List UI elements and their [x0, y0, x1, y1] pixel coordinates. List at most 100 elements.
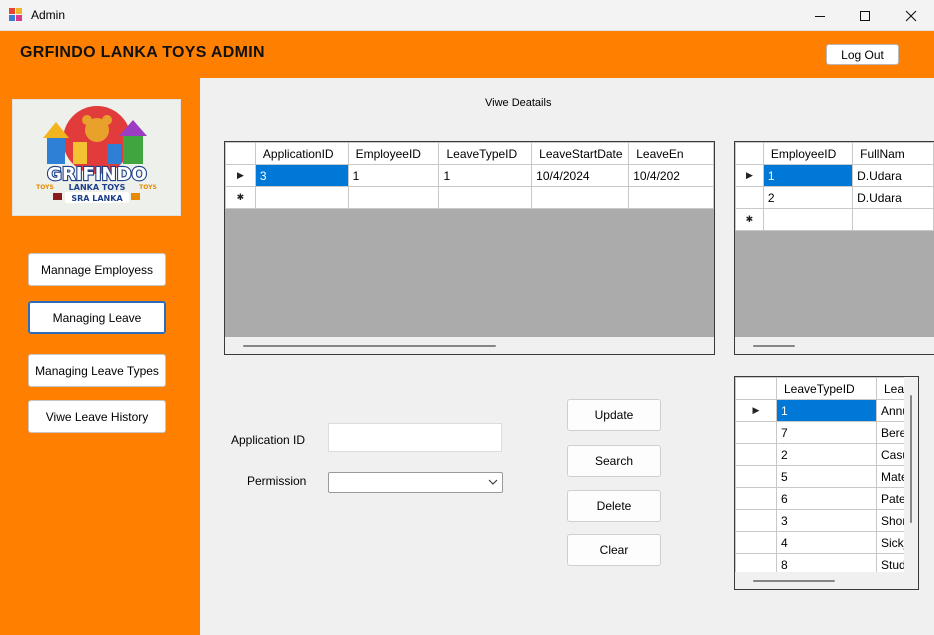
column-header[interactable]: LeaveTypeID: [776, 377, 877, 400]
page-title: GRFINDO LANKA TOYS ADMIN: [20, 44, 265, 61]
table-row[interactable]: 2 Casu: [735, 443, 917, 466]
scrollbar-thumb[interactable]: [753, 580, 835, 582]
table-cell[interactable]: [628, 186, 714, 209]
permission-label: Permission: [247, 474, 307, 488]
sidebar-item-managing-leave[interactable]: Managing Leave: [28, 301, 166, 334]
svg-text:TOYS: TOYS: [139, 184, 157, 191]
company-logo: GRIFINDO TOYS LANKA TOYS TOYS SRA LANKA: [12, 99, 181, 216]
row-header-cell[interactable]: [735, 465, 777, 488]
table-cell[interactable]: [531, 186, 630, 209]
current-row-icon[interactable]: ▶: [735, 399, 777, 422]
sidebar: GRIFINDO TOYS LANKA TOYS TOYS SRA LANKA …: [0, 78, 200, 635]
corner-header-cell[interactable]: [735, 377, 777, 400]
row-header-cell[interactable]: [735, 531, 777, 554]
column-header[interactable]: LeaveStartDate: [531, 142, 630, 165]
table-row[interactable]: 2 D.Udara: [735, 186, 934, 209]
application-id-label: Application ID: [231, 433, 306, 447]
table-cell[interactable]: 1: [762, 164, 854, 187]
view-details-label: Viwe Deatails: [485, 97, 552, 109]
table-row[interactable]: ▶ 3 1 1 10/4/2024 10/4/202: [225, 164, 714, 187]
table-cell[interactable]: 6: [776, 487, 877, 510]
svg-text:GRIFINDO: GRIFINDO: [47, 164, 147, 185]
search-button[interactable]: Search: [567, 445, 661, 477]
table-row[interactable]: ▶ 1 D.Udara: [735, 164, 934, 187]
grid-header-row: ApplicationID EmployeeID LeaveTypeID Lea…: [225, 142, 714, 165]
app-icon: [9, 8, 23, 22]
sidebar-item-leave-history[interactable]: Viwe Leave History: [28, 400, 166, 433]
minimize-icon: [815, 15, 825, 17]
table-row[interactable]: 5 Mate: [735, 465, 917, 488]
maximize-button[interactable]: [842, 0, 888, 31]
table-row[interactable]: 3 Shor: [735, 509, 917, 532]
table-cell[interactable]: D.Udara: [852, 164, 934, 187]
table-cell[interactable]: 2: [762, 186, 854, 209]
column-header[interactable]: EmployeeID: [762, 142, 854, 165]
maximize-icon: [860, 10, 870, 21]
permission-select[interactable]: [328, 472, 503, 493]
application-id-input[interactable]: [328, 423, 502, 452]
horizontal-scrollbar[interactable]: [735, 572, 918, 589]
horizontal-scrollbar[interactable]: [225, 337, 714, 354]
table-cell[interactable]: 5: [776, 465, 877, 488]
table-cell[interactable]: [438, 186, 533, 209]
grid-header-row: EmployeeID FullNam: [735, 142, 934, 165]
column-header[interactable]: ApplicationID: [254, 142, 349, 165]
row-header-cell[interactable]: [735, 509, 777, 532]
close-button[interactable]: [888, 0, 934, 31]
table-cell[interactable]: D.Udara: [852, 186, 934, 209]
vertical-scrollbar[interactable]: [904, 377, 918, 574]
window-title: Admin: [31, 8, 66, 22]
table-cell[interactable]: 7: [776, 421, 877, 444]
corner-header-cell[interactable]: [735, 142, 764, 165]
table-cell[interactable]: [254, 186, 349, 209]
table-row[interactable]: 7 Bere: [735, 421, 917, 444]
row-header-cell[interactable]: [735, 443, 777, 466]
logout-button[interactable]: Log Out: [826, 44, 899, 65]
column-header[interactable]: LeaveTypeID: [438, 142, 533, 165]
scrollbar-thumb[interactable]: [753, 345, 795, 347]
column-header[interactable]: EmployeeID: [347, 142, 440, 165]
table-cell[interactable]: 3: [254, 164, 349, 187]
table-cell[interactable]: 1: [347, 164, 440, 187]
svg-text:SRA LANKA: SRA LANKA: [71, 194, 123, 203]
window-titlebar: Admin: [0, 0, 934, 31]
table-cell[interactable]: 1: [776, 399, 877, 422]
minimize-button[interactable]: [797, 0, 843, 31]
table-row[interactable]: ▶ 1 Annu: [735, 399, 917, 422]
row-header-cell[interactable]: [735, 186, 764, 209]
row-header-cell[interactable]: [735, 487, 777, 510]
clear-button[interactable]: Clear: [567, 534, 661, 566]
current-row-icon[interactable]: ▶: [225, 164, 256, 187]
column-header[interactable]: LeaveEn: [628, 142, 714, 165]
table-row[interactable]: 4 Sick_: [735, 531, 917, 554]
new-row-icon[interactable]: ✱: [225, 186, 256, 209]
applications-grid[interactable]: ApplicationID EmployeeID LeaveTypeID Lea…: [224, 141, 715, 355]
table-cell[interactable]: 10/4/2024: [531, 164, 630, 187]
table-cell[interactable]: 3: [776, 509, 877, 532]
sidebar-item-manage-employees[interactable]: Mannage Employess: [28, 253, 166, 286]
table-cell[interactable]: 1: [438, 164, 533, 187]
table-cell[interactable]: 10/4/202: [628, 164, 714, 187]
new-row[interactable]: ✱: [225, 186, 714, 209]
chevron-down-icon: [488, 479, 498, 485]
sidebar-item-managing-leave-types[interactable]: Managing Leave Types: [28, 354, 166, 387]
new-row-icon[interactable]: ✱: [735, 208, 764, 231]
leave-types-grid[interactable]: LeaveTypeID Lea ▶ 1 Annu 7 Bere 2 Casu 5…: [734, 376, 919, 590]
update-button[interactable]: Update: [567, 399, 661, 431]
table-cell[interactable]: 4: [776, 531, 877, 554]
scrollbar-thumb[interactable]: [243, 345, 496, 347]
column-header[interactable]: FullNam: [852, 142, 934, 165]
corner-header-cell[interactable]: [225, 142, 256, 165]
scrollbar-thumb[interactable]: [910, 395, 912, 523]
delete-button[interactable]: Delete: [567, 490, 661, 522]
table-cell[interactable]: [347, 186, 440, 209]
table-cell[interactable]: [762, 208, 854, 231]
current-row-icon[interactable]: ▶: [735, 164, 764, 187]
row-header-cell[interactable]: [735, 421, 777, 444]
table-cell[interactable]: 2: [776, 443, 877, 466]
table-row[interactable]: 6 Pate: [735, 487, 917, 510]
new-row[interactable]: ✱: [735, 208, 934, 231]
horizontal-scrollbar[interactable]: [735, 337, 934, 354]
table-cell[interactable]: [852, 208, 934, 231]
employees-grid[interactable]: EmployeeID FullNam ▶ 1 D.Udara 2 D.Udara…: [734, 141, 934, 355]
